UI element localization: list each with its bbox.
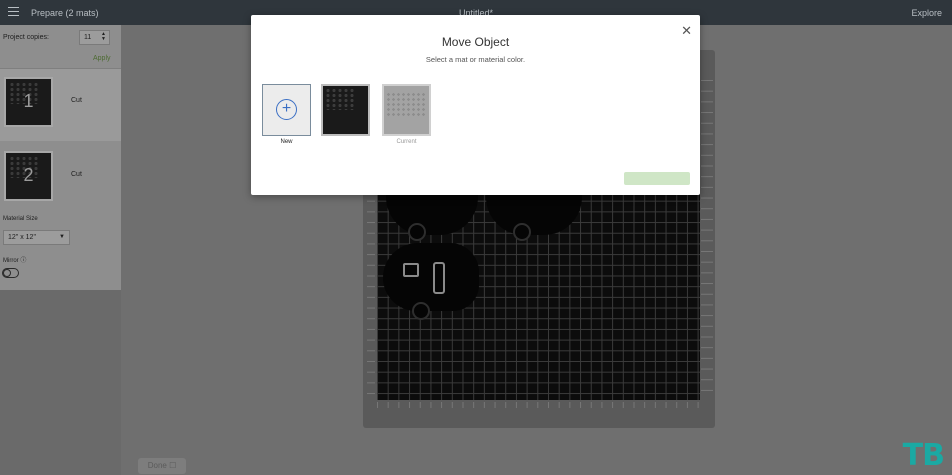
- explore-link[interactable]: Explore: [911, 8, 942, 18]
- project-copies-label: Project copies:: [3, 34, 49, 41]
- mat-number: 1: [23, 91, 34, 111]
- camper-window: [403, 263, 419, 277]
- toggle-knob: [3, 269, 11, 277]
- material-size-label: Material Size: [3, 216, 38, 222]
- camper-door: [433, 262, 445, 294]
- new-mat-option[interactable]: +: [262, 84, 311, 136]
- mat-pattern: [325, 88, 355, 110]
- sidebar-lower-area: [0, 290, 121, 475]
- mat-cut-label: Cut: [71, 171, 82, 178]
- mats-sidebar: Project copies: 11 ▲ ▼ Apply 1 Cut 2 Cut …: [0, 25, 121, 475]
- mat-thumbnail-2[interactable]: 2: [4, 151, 53, 201]
- project-copies-stepper[interactable]: 11 ▲ ▼: [79, 30, 110, 45]
- camper-shape[interactable]: [383, 243, 479, 311]
- project-copies-value: 11: [84, 34, 92, 41]
- mat-ruler-bottom: [377, 402, 700, 408]
- stepper-arrows-icon[interactable]: ▲ ▼: [101, 32, 106, 42]
- done-button[interactable]: Done ☐: [138, 458, 186, 474]
- mat-row-1[interactable]: 1 Cut: [0, 69, 121, 141]
- mat-ruler-right: [701, 80, 713, 400]
- watermark-logo: TB: [902, 438, 945, 473]
- material-size-value: 12" x 12": [8, 234, 36, 241]
- current-mat-label: Current: [396, 139, 417, 145]
- camper-wheel: [412, 302, 430, 320]
- new-mat-label: New: [280, 139, 293, 145]
- mat-cut-label: Cut: [71, 97, 82, 104]
- chevron-down-icon: ▼: [59, 234, 65, 240]
- dialog-title: Move Object: [441, 35, 510, 49]
- mat-ruler-left: [367, 190, 375, 400]
- mat-row-2[interactable]: 2 Cut: [0, 143, 121, 215]
- plus-circle-icon: +: [276, 99, 297, 120]
- mirror-toggle[interactable]: [2, 268, 19, 278]
- mat-thumbnail-1[interactable]: 1: [4, 77, 53, 127]
- mat-pattern: [386, 92, 426, 116]
- mat-1-option[interactable]: [321, 84, 370, 136]
- mat-number: 2: [23, 165, 34, 185]
- mirror-label: Mirror ⓘ: [3, 258, 27, 264]
- camper-wheel: [513, 223, 531, 241]
- move-object-dialog: ✕ Move Object Select a mat or material c…: [251, 15, 700, 195]
- material-size-select[interactable]: 12" x 12" ▼: [3, 230, 70, 245]
- camper-wheel: [408, 223, 426, 241]
- move-object-confirm-button[interactable]: [624, 172, 690, 185]
- current-mat-option[interactable]: [382, 84, 431, 136]
- apply-button[interactable]: Apply: [93, 55, 111, 62]
- dialog-subtitle: Select a mat or material color.: [425, 55, 526, 64]
